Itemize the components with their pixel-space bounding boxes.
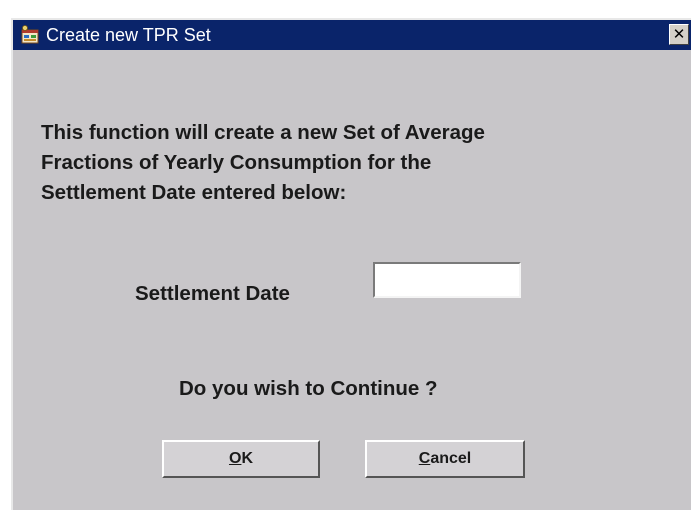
title-bar[interactable]: Create new TPR Set ✕ (13, 20, 691, 50)
ok-button[interactable]: OK (162, 440, 320, 478)
info-message-line: This function will create a new Set of A… (41, 121, 485, 144)
ok-mnemonic: O (228, 450, 242, 467)
cancel-label-rest: ancel (430, 450, 472, 467)
settlement-date-input[interactable] (373, 262, 521, 298)
settlement-date-label: Settlement Date (135, 282, 290, 305)
close-button[interactable]: ✕ (669, 24, 689, 45)
ok-label-rest: K (241, 450, 253, 467)
continue-prompt: Do you wish to Continue ? (179, 377, 438, 400)
cancel-mnemonic: C (418, 450, 431, 467)
cancel-button[interactable]: Cancel (365, 440, 525, 478)
info-message: This function will create a new Set of A… (41, 118, 485, 208)
window-title: Create new TPR Set (46, 25, 211, 45)
app-window-icon (21, 25, 39, 44)
info-message-line: Settlement Date entered below: (41, 181, 347, 204)
dialog-window: Create new TPR Set ✕ This function will … (11, 18, 691, 510)
info-message-line: Fractions of Yearly Consumption for the (41, 151, 432, 174)
close-icon: ✕ (672, 25, 686, 43)
